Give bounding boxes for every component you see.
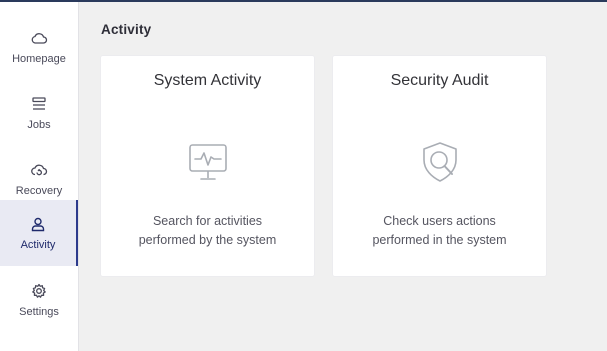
stack-icon bbox=[30, 95, 48, 113]
cloud-restore-icon bbox=[30, 161, 48, 179]
sidebar-item-activity[interactable]: Activity bbox=[0, 200, 78, 266]
monitor-pulse-icon bbox=[186, 140, 230, 184]
card-title: System Activity bbox=[153, 72, 262, 89]
card-description-line: performed in the system bbox=[372, 233, 507, 247]
sidebar-item-settings[interactable]: Settings bbox=[0, 267, 78, 333]
sidebar-item-label: Recovery bbox=[15, 185, 63, 197]
sidebar-item-label: Settings bbox=[19, 306, 59, 318]
sidebar-item-label: Activity bbox=[20, 239, 56, 251]
gear-icon bbox=[30, 282, 48, 300]
card-description-line: Check users actions bbox=[383, 214, 496, 228]
user-icon bbox=[29, 215, 47, 233]
sidebar-item-label: Homepage bbox=[12, 53, 66, 65]
page-title: Activity bbox=[101, 22, 152, 37]
cloud-icon bbox=[30, 29, 48, 47]
shield-search-icon bbox=[418, 140, 462, 184]
card-description: Search for activities performed by the s… bbox=[101, 212, 314, 250]
card-description: Check users actions performed in the sys… bbox=[333, 212, 546, 250]
sidebar: Homepage Jobs Recovery Activity Settings bbox=[0, 2, 79, 351]
sidebar-item-homepage[interactable]: Homepage bbox=[0, 14, 78, 80]
main-content: Activity System Activity Search for acti… bbox=[79, 2, 607, 351]
sidebar-item-jobs[interactable]: Jobs bbox=[0, 80, 78, 146]
sidebar-item-label: Jobs bbox=[27, 119, 51, 131]
card-title: Security Audit bbox=[390, 72, 489, 89]
security-audit-card[interactable]: Security Audit Check users actions perfo… bbox=[333, 56, 546, 276]
card-description-line: Search for activities bbox=[152, 214, 263, 228]
card-description-line: performed by the system bbox=[138, 233, 277, 247]
system-activity-card[interactable]: System Activity Search for activities pe… bbox=[101, 56, 314, 276]
